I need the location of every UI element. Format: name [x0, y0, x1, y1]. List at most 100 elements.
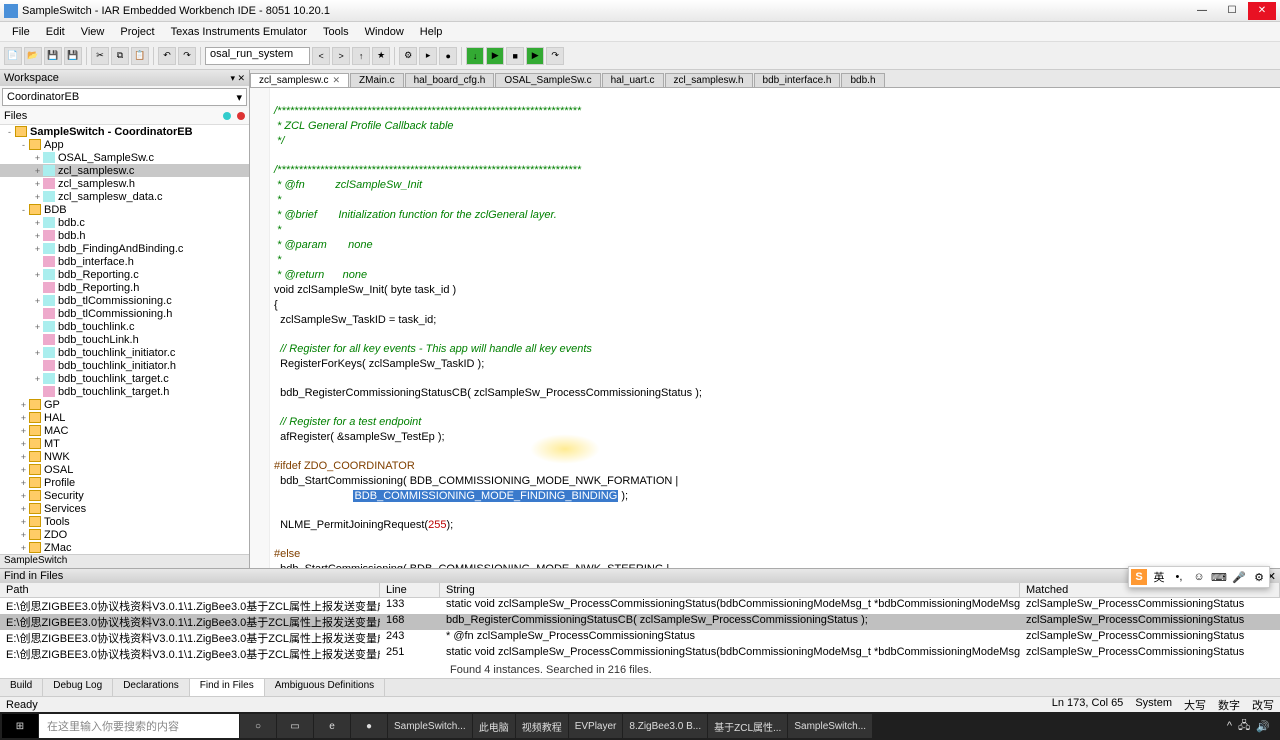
editor-tab[interactable]: bdb_interface.h	[754, 73, 841, 87]
tree-item[interactable]: +zcl_samplesw_data.c	[0, 190, 249, 203]
step-icon[interactable]: ↷	[546, 47, 564, 65]
cortana-icon[interactable]: ○	[240, 714, 276, 738]
tree-item[interactable]: +Services	[0, 502, 249, 515]
tree-item[interactable]: -BDB	[0, 203, 249, 216]
fif-col-header[interactable]: String	[440, 583, 1020, 597]
tree-item[interactable]: -App	[0, 138, 249, 151]
taskbar-app[interactable]: 基于ZCL属性...	[708, 714, 787, 738]
bottom-tab[interactable]: Debug Log	[43, 679, 113, 696]
tree-item[interactable]: bdb_tlCommissioning.h	[0, 307, 249, 320]
tree-item[interactable]: +bdb.c	[0, 216, 249, 229]
tree-item[interactable]: bdb_Reporting.h	[0, 281, 249, 294]
tree-item[interactable]: +Profile	[0, 476, 249, 489]
tray-up-icon[interactable]: ^	[1227, 720, 1232, 732]
nav-up-icon[interactable]: ↑	[352, 47, 370, 65]
debug-icon[interactable]: ▶	[486, 47, 504, 65]
menu-tools[interactable]: Tools	[315, 24, 357, 40]
fif-grid[interactable]: PathLineStringMatched E:\创思ZIGBEE3.0协议栈资…	[0, 583, 1280, 678]
taskbar-app[interactable]: 此电脑	[473, 714, 515, 738]
bottom-tab[interactable]: Ambiguous Definitions	[265, 679, 386, 696]
tree-item[interactable]: bdb_interface.h	[0, 255, 249, 268]
tree-item[interactable]: +NWK	[0, 450, 249, 463]
tree-item[interactable]: -SampleSwitch - CoordinatorEB	[0, 125, 249, 138]
bottom-tab[interactable]: Declarations	[113, 679, 190, 696]
tree-item[interactable]: +OSAL_SampleSw.c	[0, 151, 249, 164]
file-tree[interactable]: -SampleSwitch - CoordinatorEB-App+OSAL_S…	[0, 125, 249, 554]
tree-item[interactable]: +Security	[0, 489, 249, 502]
workspace-pin-icon[interactable]: ▾ ✕	[230, 73, 245, 84]
editor-tab[interactable]: OSAL_SampleSw.c	[495, 73, 600, 87]
bookmark-icon[interactable]: ★	[372, 47, 390, 65]
bottom-tab[interactable]: Build	[0, 679, 43, 696]
tree-item[interactable]: +bdb_tlCommissioning.c	[0, 294, 249, 307]
tree-item[interactable]: bdb_touchlink_target.h	[0, 385, 249, 398]
fif-row[interactable]: E:\创思ZIGBEE3.0协议栈资料V3.0.1\1.ZigBee3.0基于Z…	[0, 646, 1280, 662]
download-icon[interactable]: ↓	[466, 47, 484, 65]
tray-vol-icon[interactable]: 🔊	[1256, 720, 1270, 733]
fif-row[interactable]: E:\创思ZIGBEE3.0协议栈资料V3.0.1\1.ZigBee3.0基于Z…	[0, 630, 1280, 646]
open-icon[interactable]: 📂	[24, 47, 42, 65]
menu-window[interactable]: Window	[357, 24, 412, 40]
tree-item[interactable]: +ZMac	[0, 541, 249, 554]
taskbar-app[interactable]: SampleSwitch...	[788, 714, 872, 738]
ime-logo-icon[interactable]: S	[1131, 569, 1147, 585]
tree-item[interactable]: +bdb_FindingAndBinding.c	[0, 242, 249, 255]
editor-tab[interactable]: hal_board_cfg.h	[405, 73, 495, 87]
nav-back-icon[interactable]: <	[312, 47, 330, 65]
new-icon[interactable]: 📄	[4, 47, 22, 65]
taskbar-app[interactable]: 8.ZigBee3.0 B...	[623, 714, 707, 738]
fif-row[interactable]: E:\创思ZIGBEE3.0协议栈资料V3.0.1\1.ZigBee3.0基于Z…	[0, 598, 1280, 614]
cut-icon[interactable]: ✂	[91, 47, 109, 65]
ime-punct-icon[interactable]: •,	[1171, 569, 1187, 585]
tree-item[interactable]: +MAC	[0, 424, 249, 437]
code-area[interactable]: /***************************************…	[250, 88, 1280, 568]
tree-item[interactable]: +ZDO	[0, 528, 249, 541]
ime-lang[interactable]: 英	[1151, 569, 1167, 585]
tree-item[interactable]: +bdb_touchlink_initiator.c	[0, 346, 249, 359]
ime-emoji-icon[interactable]: ☺	[1191, 569, 1207, 585]
nav-fwd-icon[interactable]: >	[332, 47, 350, 65]
symbol-combo[interactable]: osal_run_system	[205, 47, 310, 65]
chrome-icon[interactable]: ●	[351, 714, 387, 738]
minimize-button[interactable]: —	[1188, 2, 1216, 20]
fif-col-header[interactable]: Line	[380, 583, 440, 597]
menu-file[interactable]: File	[4, 24, 38, 40]
editor-tab[interactable]: hal_uart.c	[602, 73, 664, 87]
tray-net-icon[interactable]: 🖧	[1238, 717, 1250, 736]
tree-item[interactable]: +bdb_Reporting.c	[0, 268, 249, 281]
ime-keyboard-icon[interactable]: ⌨	[1211, 569, 1227, 585]
bottom-tab[interactable]: Find in Files	[190, 679, 265, 696]
save-icon[interactable]: 💾	[44, 47, 62, 65]
menu-help[interactable]: Help	[412, 24, 451, 40]
taskbar-app[interactable]: SampleSwitch...	[388, 714, 472, 738]
tree-item[interactable]: +OSAL	[0, 463, 249, 476]
tree-item[interactable]: +bdb_touchlink_target.c	[0, 372, 249, 385]
tree-item[interactable]: bdb_touchlink_initiator.h	[0, 359, 249, 372]
tree-item[interactable]: +HAL	[0, 411, 249, 424]
taskbar-app[interactable]: EVPlayer	[569, 714, 623, 738]
menu-texas-instruments-emulator[interactable]: Texas Instruments Emulator	[163, 24, 315, 40]
taskview-icon[interactable]: ▭	[277, 714, 313, 738]
compile-icon[interactable]: ⚙	[399, 47, 417, 65]
tree-item[interactable]: +zcl_samplesw.c	[0, 164, 249, 177]
tree-item[interactable]: +bdb_touchlink.c	[0, 320, 249, 333]
go-icon[interactable]: ▶	[526, 47, 544, 65]
tree-item[interactable]: bdb_touchLink.h	[0, 333, 249, 346]
close-button[interactable]: ✕	[1248, 2, 1276, 20]
taskbar-app[interactable]: 视频教程	[516, 714, 568, 738]
fif-row[interactable]: E:\创思ZIGBEE3.0协议栈资料V3.0.1\1.ZigBee3.0基于Z…	[0, 614, 1280, 630]
saveall-icon[interactable]: 💾	[64, 47, 82, 65]
tree-item[interactable]: +GP	[0, 398, 249, 411]
editor-tab[interactable]: ZMain.c	[350, 73, 404, 87]
maximize-button[interactable]: ☐	[1218, 2, 1246, 20]
tree-item[interactable]: +MT	[0, 437, 249, 450]
tree-item[interactable]: +zcl_samplesw.h	[0, 177, 249, 190]
tree-item[interactable]: +bdb.h	[0, 229, 249, 242]
stop-icon[interactable]: ■	[506, 47, 524, 65]
taskbar-search[interactable]: 在这里输入你要搜索的内容	[39, 714, 239, 738]
fif-col-header[interactable]: Path	[0, 583, 380, 597]
make-icon[interactable]: ▸	[419, 47, 437, 65]
config-combo[interactable]: CoordinatorEB ▾	[2, 88, 247, 106]
ime-settings-icon[interactable]: ⚙	[1251, 569, 1267, 585]
menu-view[interactable]: View	[73, 24, 113, 40]
